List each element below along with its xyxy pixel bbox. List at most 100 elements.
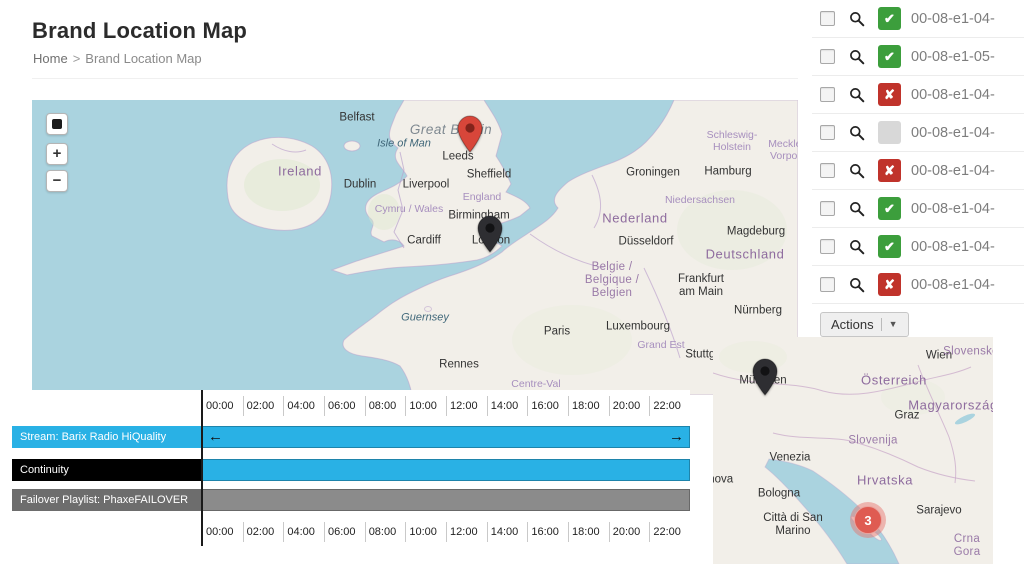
status-badge: ✘ [878,83,901,106]
timeline-time-label: 14:00 [487,522,528,542]
status-badge: ✔ [878,7,901,30]
breadcrumb: Home > Brand Location Map [33,51,202,66]
timeline-time-label: 12:00 [446,522,487,542]
device-mac: 00-08-e1-04- [911,11,995,27]
breadcrumb-home[interactable]: Home [33,51,68,66]
search-icon[interactable] [849,239,865,255]
page: Brand Location Map Home > Brand Location M… [0,0,1024,564]
search-icon[interactable] [849,163,865,179]
device-list-panel: ✔ 00-08-e1-04- ✔ 00-08-e1-05- ✘ 00-08-e1-04- 0… [812,0,1024,337]
timeline-row-label: Stream: Barix Radio HiQuality [12,426,202,448]
fullscreen-button[interactable] [46,113,68,135]
timeline-time-label: 20:00 [609,396,650,416]
zoom-out-button[interactable]: − [46,170,68,192]
timeline-time-label: 08:00 [365,396,406,416]
device-mac: 00-08-e1-05- [911,49,995,65]
uk-map[interactable]: BelfastGreat BritainIsle of ManIrelandDu… [32,100,798,395]
breadcrumb-separator: > [73,51,81,66]
marker-cluster-count: 3 [854,506,882,534]
timeline-time-label: 16:00 [527,396,568,416]
timeline-time-label: 06:00 [324,522,365,542]
timeline-bar-stream[interactable]: ← → [202,426,690,448]
status-badge: ✘ [878,159,901,182]
actions-button[interactable]: Actions ▼ [820,312,909,337]
status-badge: ✔ [878,197,901,220]
status-badge [878,121,901,144]
device-row: ✔ 00-08-e1-04- [812,228,1024,266]
timeline-row-label: Failover Playlist: PhaxeFAILOVER [12,489,202,511]
timeline-time-label: 22:00 [649,396,690,416]
device-checkbox[interactable] [820,87,835,102]
device-checkbox[interactable] [820,163,835,178]
timeline-time-label: 18:00 [568,396,609,416]
status-badge: ✔ [878,235,901,258]
device-checkbox[interactable] [820,11,835,26]
search-icon[interactable] [849,201,865,217]
timeline-time-label: 08:00 [365,522,406,542]
alps-map[interactable]: MünchenWienSlovenskoÖsterreichMagyarorsz… [713,337,993,564]
device-rows: ✔ 00-08-e1-04- ✔ 00-08-e1-05- ✘ 00-08-e1-04- 0… [812,0,1024,304]
map-controls: + − [46,113,68,197]
timeline-time-label: 14:00 [487,396,528,416]
zoom-in-button[interactable]: + [46,143,68,165]
timeline-time-label: 00:00 [202,396,243,416]
uk-map-graphic [32,100,798,395]
timeline-time-label: 22:00 [649,522,690,542]
schedule-timeline: 00:0002:0004:0006:0008:0010:0012:0014:00… [12,390,690,564]
timeline-time-label: 10:00 [405,396,446,416]
device-mac: 00-08-e1-04- [911,201,995,217]
timeline-times-top: 00:0002:0004:0006:0008:0010:0012:0014:00… [202,396,690,416]
search-icon[interactable] [849,277,865,293]
timeline-time-label: 00:00 [202,522,243,542]
timeline-row-label: Continuity [12,459,202,481]
timeline-time-label: 18:00 [568,522,609,542]
page-title: Brand Location Map [32,18,247,44]
timeline-time-label: 20:00 [609,522,650,542]
device-checkbox[interactable] [820,49,835,64]
marker-cluster[interactable]: 3 [850,502,886,538]
device-checkbox[interactable] [820,125,835,140]
timeline-time-label: 04:00 [283,396,324,416]
search-icon[interactable] [849,87,865,103]
device-row: ✔ 00-08-e1-04- [812,190,1024,228]
device-mac: 00-08-e1-04- [911,125,995,141]
arrow-right-icon: → [669,427,684,447]
timeline-row-failover: Failover Playlist: PhaxeFAILOVER [12,489,690,511]
actions-label: Actions [831,317,874,332]
search-icon[interactable] [849,125,865,141]
device-row: ✔ 00-08-e1-04- [812,0,1024,38]
device-row: ✘ 00-08-e1-04- [812,76,1024,114]
timeline-row-stream: Stream: Barix Radio HiQuality ← → [12,426,690,448]
device-row: ✔ 00-08-e1-05- [812,38,1024,76]
timeline-time-label: 06:00 [324,396,365,416]
caret-down-icon: ▼ [881,318,898,331]
timeline-time-label: 02:00 [243,522,284,542]
fullscreen-icon [52,119,62,129]
device-mac: 00-08-e1-04- [911,163,995,179]
arrow-left-icon: ← [208,427,223,447]
search-icon[interactable] [849,11,865,27]
status-badge: ✔ [878,45,901,68]
device-checkbox[interactable] [820,277,835,292]
timeline-bar-failover[interactable] [202,489,690,511]
device-mac: 00-08-e1-04- [911,239,995,255]
timeline-time-label: 02:00 [243,396,284,416]
status-badge: ✘ [878,273,901,296]
device-mac: 00-08-e1-04- [911,277,995,293]
device-mac: 00-08-e1-04- [911,87,995,103]
timeline-time-label: 04:00 [283,522,324,542]
breadcrumb-current: Brand Location Map [85,51,201,66]
device-checkbox[interactable] [820,239,835,254]
device-row: 00-08-e1-04- [812,114,1024,152]
device-row: ✘ 00-08-e1-04- [812,266,1024,304]
timeline-times-bottom: 00:0002:0004:0006:0008:0010:0012:0014:00… [202,522,690,542]
device-checkbox[interactable] [820,201,835,216]
timeline-time-label: 10:00 [405,522,446,542]
search-icon[interactable] [849,49,865,65]
timeline-time-label: 16:00 [527,522,568,542]
timeline-time-label: 12:00 [446,396,487,416]
timeline-row-continuity: Continuity [12,459,690,481]
timeline-bar-continuity[interactable] [202,459,690,481]
device-row: ✘ 00-08-e1-04- [812,152,1024,190]
header-divider [32,78,798,79]
